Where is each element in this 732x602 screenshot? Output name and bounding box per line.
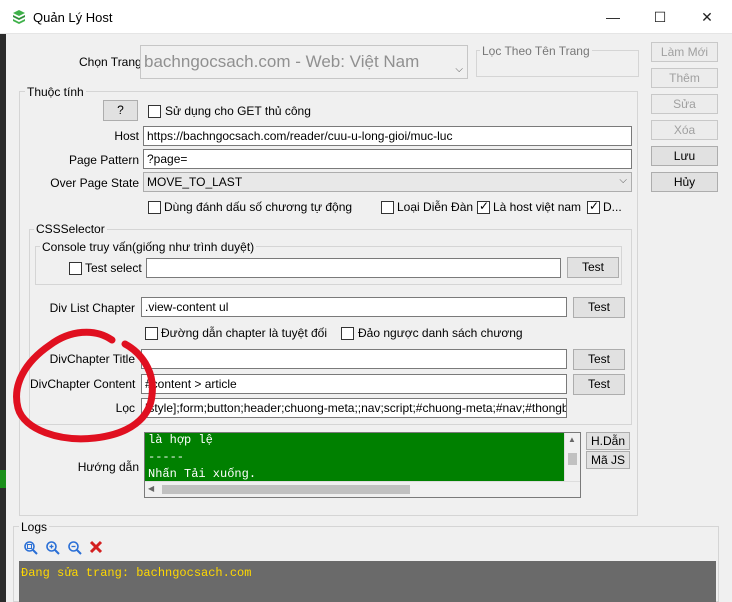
help-button[interactable]: ?: [103, 100, 138, 121]
properties-group-label: Thuộc tính: [25, 85, 86, 99]
console-group-label: Console truy vấn(giống như trình duyệt): [40, 240, 257, 254]
host-label: Host: [114, 129, 139, 143]
manual-get-checkbox[interactable]: [148, 105, 161, 118]
logs-label: Logs: [19, 520, 50, 534]
auto-number-label: Dùng đánh dấu số chương tự động: [164, 200, 353, 214]
log-text: Đang sửa trang: bachngocsach.com: [21, 566, 252, 580]
filter-name-input[interactable]: [480, 58, 635, 73]
page-label: Chọn Trang: [79, 55, 142, 69]
close-button[interactable]: ✕: [684, 0, 730, 34]
div-content-test-button[interactable]: Test: [573, 374, 625, 395]
chevron-down-icon: ⌵: [455, 64, 463, 75]
remove-forum-label: Loại Diễn Đàn: [397, 200, 474, 214]
vn-host-checkbox[interactable]: [477, 199, 490, 214]
chevron-down-icon: ⌵: [619, 175, 627, 186]
absolute-path-label: Đường dẫn chapter là tuyệt đối: [161, 326, 328, 340]
remove-forum-checkbox[interactable]: [381, 201, 394, 214]
page-pattern-input[interactable]: ?page=: [143, 149, 632, 169]
test-select-checkbox[interactable]: [69, 262, 82, 275]
scroll-up-icon[interactable]: ▲: [568, 435, 576, 444]
reverse-list-label: Đảo ngược danh sách chương: [358, 326, 523, 340]
page-select[interactable]: bachngocsach.com - Web: Việt Nam ⌵: [140, 45, 468, 79]
guide-label: Hướng dẫn: [77, 460, 139, 474]
div-chapter-content-input[interactable]: #content > article: [141, 374, 567, 394]
test-select-label: Test select: [85, 261, 142, 275]
guide-line-2: -----: [148, 450, 185, 464]
d-checkbox[interactable]: [587, 199, 600, 214]
refresh-button[interactable]: Làm Mới: [651, 42, 718, 62]
delete-button[interactable]: Xóa: [651, 120, 718, 140]
div-list-test-button[interactable]: Test: [573, 297, 625, 318]
add-button[interactable]: Thêm: [651, 68, 718, 88]
zoom-out-icon[interactable]: [67, 540, 83, 559]
test-select-input[interactable]: [146, 258, 561, 278]
auto-number-checkbox[interactable]: [148, 201, 161, 214]
div-title-test-button[interactable]: Test: [573, 349, 625, 370]
js-code-button[interactable]: Mã JS: [586, 451, 630, 469]
window-title: Quản Lý Host: [33, 10, 113, 25]
filter-input[interactable]: [style];form;button;header;chuong-meta;;…: [141, 398, 567, 418]
save-button[interactable]: Lưu: [651, 146, 718, 166]
reverse-list-checkbox[interactable]: [341, 327, 354, 340]
css-selector-group-label: CSSSelector: [34, 222, 107, 236]
clear-log-icon[interactable]: [89, 540, 103, 557]
scroll-left-icon[interactable]: ◀: [148, 484, 154, 493]
scroll-h-thumb[interactable]: [162, 485, 410, 494]
div-chapter-title-input[interactable]: [141, 349, 567, 369]
edit-button[interactable]: Sửa: [651, 94, 718, 114]
over-page-state-select[interactable]: MOVE_TO_LAST ⌵: [143, 172, 632, 192]
vn-host-label: Là host việt nam: [493, 200, 582, 214]
over-page-state-value: MOVE_TO_LAST: [147, 175, 243, 189]
guide-textarea[interactable]: là hợp lệ ----- Nhấn Tải xuống. ▲ ◀: [144, 432, 581, 498]
div-list-chapter-input[interactable]: .view-content ul: [141, 297, 567, 317]
guide-line-3: Nhấn Tải xuống.: [148, 467, 257, 481]
scroll-thumb[interactable]: [568, 453, 577, 465]
maximize-button[interactable]: ☐: [637, 0, 683, 34]
page-select-value: bachngocsach.com - Web: Việt Nam: [144, 52, 420, 71]
over-page-state-label: Over Page State: [50, 176, 139, 190]
app-icon: [11, 9, 27, 25]
test-select-button[interactable]: Test: [567, 257, 619, 278]
cancel-button[interactable]: Hủy: [651, 172, 718, 192]
minimize-button[interactable]: —: [590, 0, 636, 34]
guide-horizontal-scrollbar[interactable]: ◀: [145, 481, 580, 497]
background-window-edge-green: [0, 470, 6, 488]
filter-name-label: Lọc Theo Tên Trang: [480, 44, 592, 58]
guide-help-button[interactable]: H.Dẫn: [586, 432, 630, 450]
guide-vertical-scrollbar[interactable]: ▲: [564, 433, 580, 482]
d-label: D...: [603, 200, 622, 214]
zoom-fit-icon[interactable]: [23, 540, 39, 559]
host-input[interactable]: https://bachngocsach.com/reader/cuu-u-lo…: [143, 126, 632, 146]
page-pattern-label: Page Pattern: [68, 153, 139, 167]
manual-get-label: Sử dụng cho GET thủ công: [165, 104, 311, 118]
red-annotation-circle: [13, 328, 156, 443]
zoom-in-icon[interactable]: [45, 540, 61, 559]
